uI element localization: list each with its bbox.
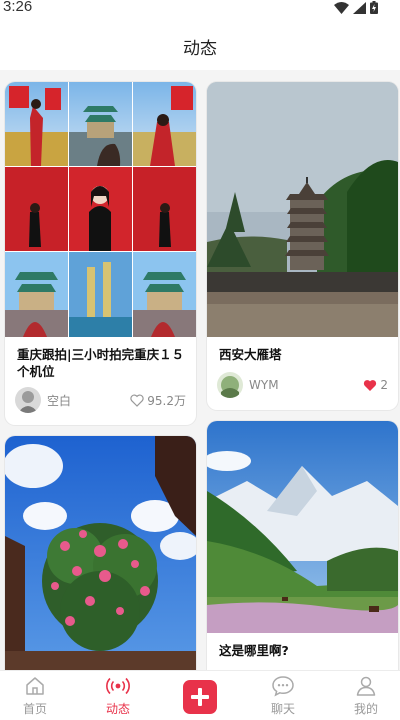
post-title: 这是哪里啊? bbox=[219, 643, 289, 658]
status-icons bbox=[334, 1, 378, 14]
plus-icon-vertical bbox=[198, 688, 202, 706]
post-cover-image[interactable] bbox=[5, 436, 196, 670]
page-title: 动态 bbox=[183, 39, 217, 59]
post-title: 西安大雁塔 bbox=[219, 347, 282, 362]
avatar[interactable] bbox=[15, 387, 41, 413]
post-card[interactable]: 这是哪里啊? bbox=[207, 421, 398, 670]
heart-outline-icon bbox=[130, 393, 144, 407]
post-cover-image[interactable] bbox=[5, 82, 196, 337]
signal-icon bbox=[353, 1, 366, 14]
like-button[interactable]: 95.2万 bbox=[130, 392, 186, 409]
tab-moments[interactable]: 动态 bbox=[78, 675, 158, 717]
post-card[interactable]: 西安大雁塔 WYM 2 bbox=[207, 82, 398, 410]
wifi-icon bbox=[334, 1, 349, 14]
tab-chat[interactable]: 聊天 bbox=[243, 675, 323, 717]
broadcast-icon bbox=[106, 677, 130, 695]
like-button[interactable]: 2 bbox=[363, 378, 388, 392]
tab-label: 聊天 bbox=[270, 702, 295, 716]
post-cover-image[interactable] bbox=[207, 421, 398, 633]
post-feed[interactable]: 重庆跟拍|三小时拍完重庆１５个机位 空白 95.2万 西安大雁塔 WYM 2 这… bbox=[0, 70, 400, 670]
status-time: 3:26 bbox=[3, 0, 33, 15]
home-icon bbox=[26, 677, 44, 695]
like-count: 95.2万 bbox=[147, 393, 186, 408]
tab-home[interactable]: 首页 bbox=[0, 675, 75, 717]
battery-icon bbox=[370, 1, 378, 14]
status-bar: 3:26 bbox=[0, 0, 400, 18]
bottom-tab-bar: 首页 动态 聊天 我的 bbox=[0, 670, 400, 720]
tab-label: 动态 bbox=[105, 702, 130, 716]
post-card[interactable]: 重庆跟拍|三小时拍完重庆１５个机位 空白 95.2万 bbox=[5, 82, 196, 425]
like-count: 2 bbox=[380, 378, 388, 392]
post-card[interactable] bbox=[5, 436, 196, 670]
tab-profile[interactable]: 我的 bbox=[326, 675, 400, 717]
chat-bubble-icon bbox=[272, 676, 294, 697]
author-name[interactable]: WYM bbox=[249, 378, 363, 392]
create-post-button[interactable] bbox=[183, 680, 217, 714]
post-cover-image[interactable] bbox=[207, 82, 398, 337]
author-name[interactable]: 空白 bbox=[47, 392, 130, 409]
person-icon bbox=[356, 676, 376, 696]
heart-filled-icon bbox=[364, 379, 377, 391]
top-header: 动态 bbox=[0, 18, 400, 70]
post-meta: 空白 95.2万 bbox=[15, 387, 186, 413]
post-title: 重庆跟拍|三小时拍完重庆１５个机位 bbox=[17, 347, 185, 379]
tab-label: 我的 bbox=[353, 702, 378, 716]
avatar[interactable] bbox=[217, 372, 243, 398]
post-meta: WYM 2 bbox=[217, 372, 388, 398]
tab-label: 首页 bbox=[22, 702, 47, 716]
